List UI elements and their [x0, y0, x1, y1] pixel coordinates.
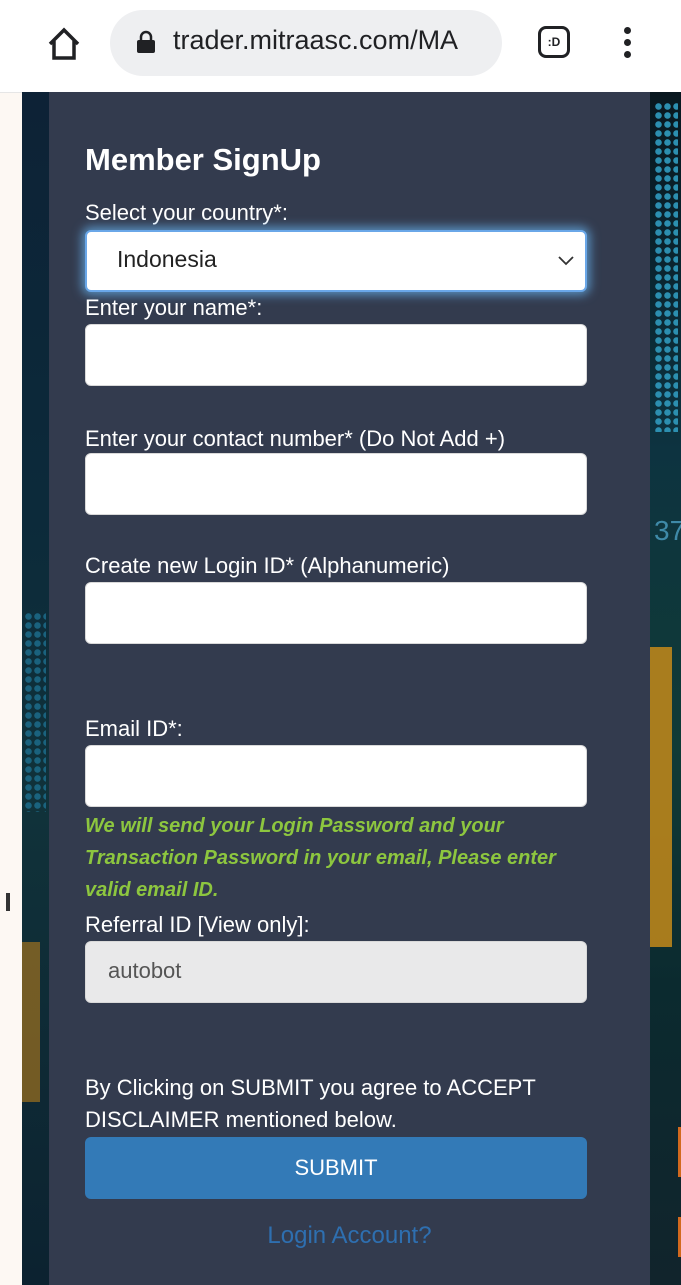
url-text: trader.mitraasc.com/MA [173, 25, 459, 55]
referral-input: autobot [85, 941, 587, 1003]
name-input[interactable] [85, 324, 587, 386]
referral-label: Referral ID [View only]: [85, 912, 310, 937]
country-select-value: Indonesia [117, 246, 217, 272]
name-label: Enter your name*: [85, 295, 263, 320]
contact-label: Enter your contact number* (Do Not Add +… [85, 426, 506, 451]
referral-value: autobot [108, 958, 182, 983]
login-id-input[interactable] [85, 582, 587, 644]
tab-switcher-icon[interactable]: :D [538, 26, 570, 58]
edge-mark [6, 893, 10, 911]
country-select[interactable]: Indonesia [85, 230, 587, 292]
signup-form: Member SignUp Select your country*: Indo… [49, 92, 650, 1285]
browser-toolbar: trader.mitraasc.com/MA :D [0, 0, 681, 93]
email-note: We will send your Login Password and you… [85, 815, 556, 901]
submit-button[interactable]: SUBMIT [85, 1137, 587, 1199]
background-left [22, 92, 49, 1285]
country-label: Select your country*: [85, 200, 288, 225]
contact-input[interactable] [85, 453, 587, 515]
lock-icon [136, 30, 156, 54]
home-icon[interactable] [44, 24, 84, 64]
email-label: Email ID*: [85, 716, 183, 741]
email-input[interactable] [85, 745, 587, 807]
address-bar[interactable]: trader.mitraasc.com/MA [110, 10, 502, 76]
more-vert-icon[interactable] [612, 24, 642, 64]
login-account-link[interactable]: Login Account? [49, 1222, 650, 1250]
disclaimer-text: By Clicking on SUBMIT you agree to ACCEP… [85, 1075, 536, 1132]
background-number: 37 [654, 515, 681, 546]
login-id-label: Create new Login ID* (Alphanumeric) [85, 553, 450, 578]
page-title: Member SignUp [85, 142, 321, 177]
chevron-down-icon [557, 254, 575, 266]
background-right [650, 92, 681, 1285]
